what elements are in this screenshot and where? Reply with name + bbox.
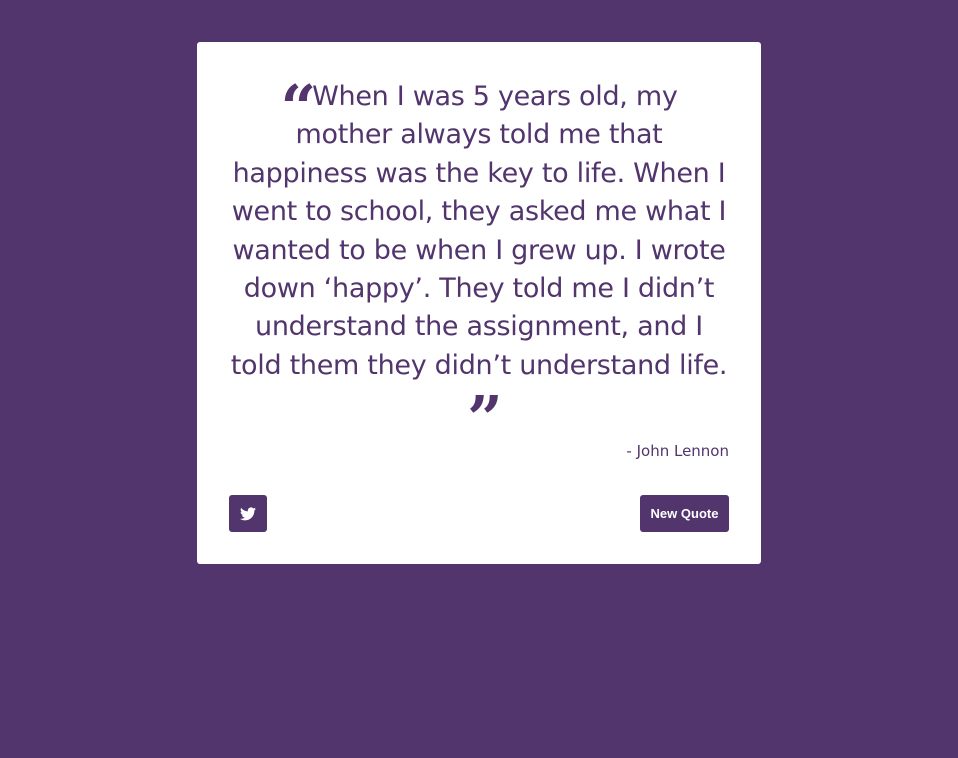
quote-author: - John Lennon (626, 442, 729, 460)
quote-text-block: “When I was 5 years old, my mother alway… (230, 71, 728, 456)
new-quote-button[interactable]: New Quote (640, 495, 729, 532)
quote-box: “When I was 5 years old, my mother alway… (197, 42, 761, 564)
tweet-quote-button[interactable] (229, 495, 267, 532)
twitter-icon (240, 506, 256, 520)
